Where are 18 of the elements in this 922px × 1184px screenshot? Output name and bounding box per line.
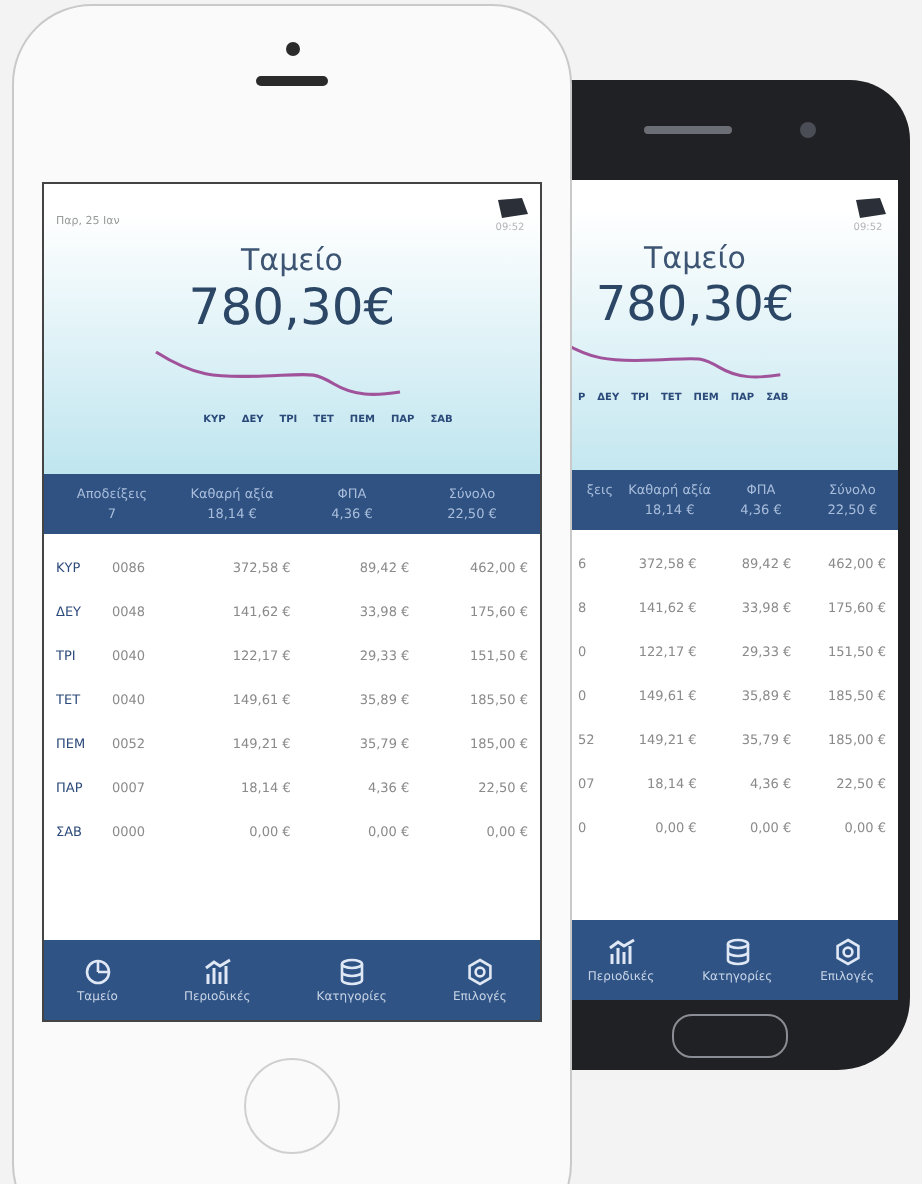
settings-icon xyxy=(833,937,862,965)
total-amount: 780,30€ xyxy=(595,276,795,332)
camera-lens xyxy=(285,42,299,56)
camera-lens xyxy=(799,122,815,138)
total-amount: 780,30€ xyxy=(188,278,396,336)
screen-title: Ταμείο xyxy=(644,240,746,276)
bar-chart-icon xyxy=(607,937,636,965)
bar-chart-icon xyxy=(203,957,232,985)
database-icon xyxy=(337,957,366,985)
pie-chart-icon xyxy=(83,957,112,985)
screen-title: Ταμείο xyxy=(241,242,343,278)
speaker-grille xyxy=(256,76,328,86)
wallet-icon xyxy=(850,196,886,220)
database-icon xyxy=(723,937,752,965)
wallet-icon xyxy=(492,196,528,220)
settings-icon xyxy=(465,957,494,985)
speaker-grille xyxy=(643,126,731,134)
home-button[interactable] xyxy=(671,1013,787,1057)
